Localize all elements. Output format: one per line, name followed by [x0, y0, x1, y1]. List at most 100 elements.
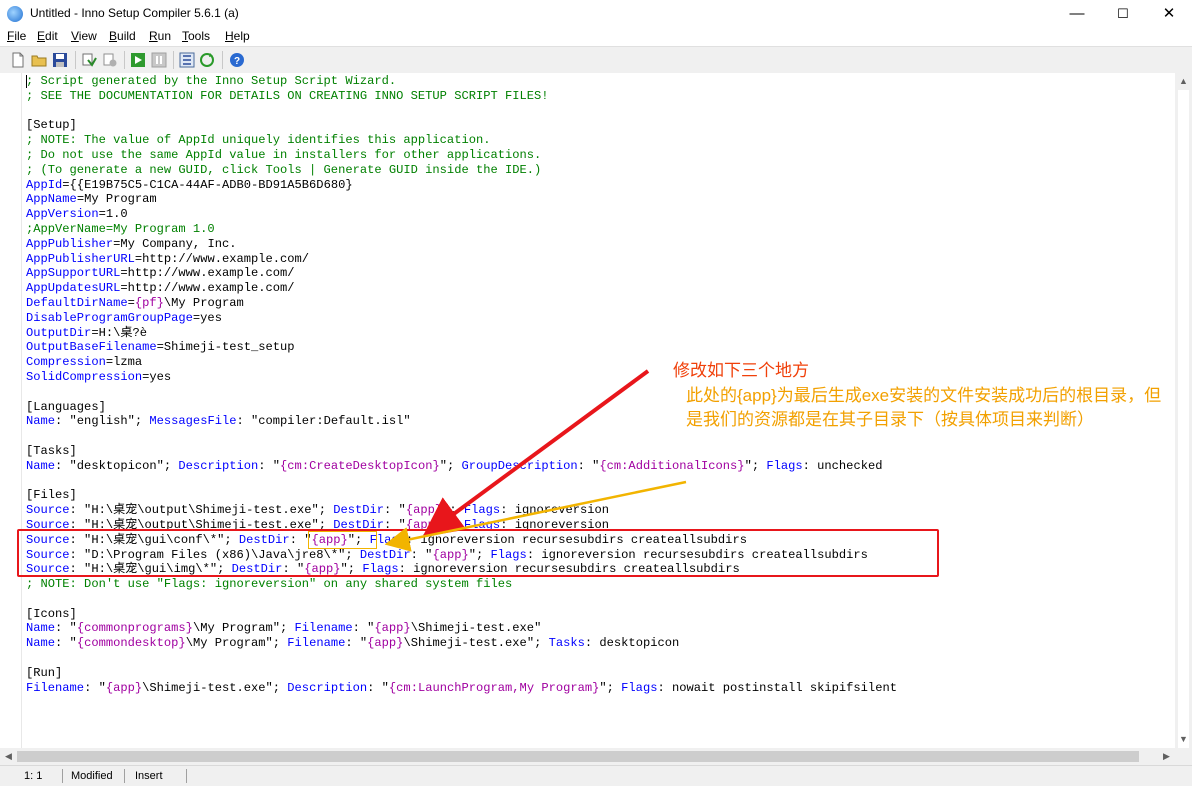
run-icon[interactable]	[130, 52, 146, 68]
code-token-plain: =http://www.example.com/	[134, 251, 310, 266]
menu-help[interactable]: Help	[225, 29, 250, 43]
code-token-plain: ";	[599, 680, 622, 695]
horizontal-scroll-thumb[interactable]	[17, 751, 1139, 762]
annotation-note: 此处的{app}为最后生成exe安装的文件安装成功后的根目录，但是我们的资源都是…	[686, 386, 1162, 429]
save-icon[interactable]	[52, 52, 68, 68]
code-token-key: DefaultDirName	[26, 295, 128, 310]
code-token-key: Name	[26, 621, 56, 636]
code-token-plain: : "	[55, 621, 77, 636]
code-token-plain: ";	[442, 503, 464, 518]
code-token-plain: =lzma	[105, 355, 143, 370]
code-token-plain: : nowait postinstall skipifsilent	[657, 680, 897, 695]
code-token-plain: =Shimeji-test_setup	[156, 340, 295, 355]
code-token-const: {commondesktop}	[76, 636, 186, 651]
red-highlight-box	[17, 529, 939, 577]
code-token-key: Flags	[463, 503, 501, 518]
code-line: AppUpdatesURL=http://www.example.com/	[26, 281, 897, 296]
annotation-title: 修改如下三个地方	[673, 361, 809, 380]
code-line: AppPublisher=My Company, Inc.	[26, 237, 897, 252]
close-button[interactable]: ✕	[1146, 0, 1192, 27]
code-line: ; NOTE: Don't use "Flags: ignoreversion"…	[26, 577, 897, 592]
code-token-key: Filename	[26, 680, 85, 695]
code-token-const: {app}	[405, 503, 443, 518]
status-bar: 1: 1 Modified Insert	[0, 765, 1192, 786]
code-token-plain: : "	[367, 680, 389, 695]
inno-setup-app-icon	[7, 6, 23, 22]
code-token-comment: ; Do not use the same AppId value in ins…	[26, 147, 542, 162]
toolbar-separator	[75, 51, 76, 69]
refresh-icon[interactable]	[199, 52, 215, 68]
code-line: Name: "{commonprograms}\My Program"; Fil…	[26, 621, 897, 636]
code-token-plain: : "english";	[55, 414, 150, 429]
code-token-key: Filename	[294, 621, 353, 636]
help-icon[interactable]: ?	[229, 52, 245, 68]
code-line: ; Script generated by the Inno Setup Scr…	[26, 74, 897, 89]
code-token-key: Tasks	[548, 636, 585, 651]
code-token-section: [Setup]	[26, 118, 77, 133]
code-token-key: Source	[26, 503, 70, 518]
code-token-const: {cm:LaunchProgram,My Program}	[388, 680, 600, 695]
vertical-scrollbar[interactable]: ▲ ▼	[1175, 73, 1192, 765]
code-token-key: Name	[26, 414, 56, 429]
code-token-key: DestDir	[333, 503, 385, 518]
code-token-plain: : "H:\桌宠\output\Shimeji-test.exe";	[69, 503, 334, 518]
code-token-key: AppVersion	[26, 207, 99, 222]
code-token-comment: ; SEE THE DOCUMENTATION FOR DETAILS ON C…	[26, 88, 549, 103]
scroll-left-arrow-icon[interactable]: ◀	[0, 748, 17, 765]
code-token-const: {app}	[374, 621, 411, 636]
maximize-button[interactable]: ☐	[1100, 0, 1146, 27]
code-line: ; Do not use the same AppId value in ins…	[26, 148, 897, 163]
code-line: [Setup]	[26, 118, 897, 133]
compile-icon[interactable]	[81, 52, 97, 68]
code-token-key: AppPublisherURL	[26, 251, 135, 266]
yellow-highlight-box	[308, 531, 377, 549]
code-token-plain: =yes	[142, 369, 172, 384]
code-token-plain: : "	[258, 458, 281, 473]
scroll-down-arrow-icon[interactable]: ▼	[1175, 731, 1192, 748]
new-file-icon[interactable]	[10, 52, 26, 68]
target-icon[interactable]	[179, 52, 195, 68]
menu-file[interactable]: File	[7, 29, 26, 43]
code-line: OutputBaseFilename=Shimeji-test_setup	[26, 340, 897, 355]
menu-edit[interactable]: Edit	[37, 29, 58, 43]
code-token-key: OutputDir	[26, 325, 92, 340]
code-token-key: OutputBaseFilename	[26, 340, 157, 355]
code-line: [Icons]	[26, 607, 897, 622]
menu-view[interactable]: View	[71, 29, 97, 43]
code-token-plain: \My Program";	[185, 636, 288, 651]
code-token-key: AppSupportURL	[26, 266, 121, 281]
scroll-up-arrow-icon[interactable]: ▲	[1175, 73, 1192, 90]
code-token-key: Description	[178, 458, 259, 473]
code-token-plain: =My Program	[76, 192, 157, 207]
code-token-const: {commonprograms}	[76, 621, 193, 636]
toolbar-separator	[222, 51, 223, 69]
code-token-plain: \My Program	[163, 295, 244, 310]
menu-run[interactable]: Run	[149, 29, 171, 43]
code-token-plain: : "	[577, 458, 600, 473]
code-token-key: DisableProgramGroupPage	[26, 310, 193, 325]
code-token-key: AppName	[26, 192, 77, 207]
open-folder-icon[interactable]	[31, 52, 47, 68]
svg-text:?: ?	[234, 56, 240, 67]
code-token-plain: ";	[744, 458, 767, 473]
text-caret	[26, 75, 27, 88]
code-token-key: Filename	[287, 636, 346, 651]
insert-mode-indicator: Insert	[135, 770, 163, 782]
status-divider	[186, 769, 187, 783]
scroll-right-arrow-icon[interactable]: ▶	[1158, 748, 1175, 765]
code-token-plain: =1.0	[98, 207, 128, 222]
vertical-scroll-thumb[interactable]	[1178, 90, 1189, 748]
minimize-button[interactable]: —	[1054, 0, 1100, 27]
pause-icon[interactable]	[151, 52, 167, 68]
code-line: AppVersion=1.0	[26, 207, 897, 222]
menu-build[interactable]: Build	[109, 29, 136, 43]
code-token-key: Flags	[621, 680, 658, 695]
horizontal-scrollbar[interactable]: ◀ ▶	[0, 748, 1175, 765]
menu-tools[interactable]: Tools	[182, 29, 210, 43]
code-line: AppId={{E19B75C5-C1CA-44AF-ADB0-BD91A5B6…	[26, 178, 897, 193]
code-line: AppName=My Program	[26, 192, 897, 207]
code-token-plain: ";	[439, 458, 462, 473]
stop-compile-icon[interactable]	[102, 52, 118, 68]
code-line: DefaultDirName={pf}\My Program	[26, 296, 897, 311]
